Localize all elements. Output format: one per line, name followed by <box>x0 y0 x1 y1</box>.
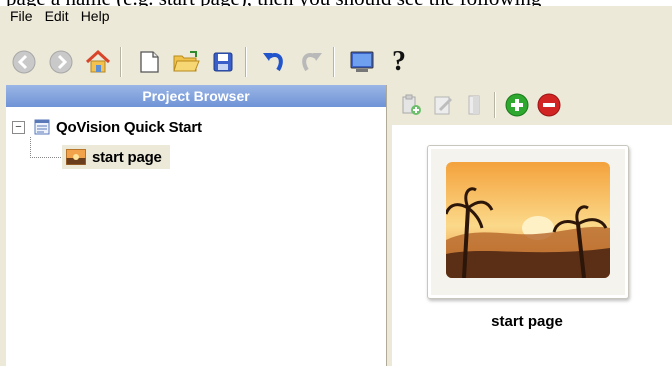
tree-connector-line <box>30 137 61 158</box>
project-browser-panel: Project Browser − QoVision Quick Start s… <box>6 85 387 366</box>
sunset-landscape-image <box>446 162 610 278</box>
remove-page-icon <box>537 93 561 117</box>
menu-file[interactable]: File <box>0 6 39 26</box>
page-toolbar <box>392 85 672 125</box>
copy-page-button[interactable] <box>462 92 488 118</box>
open-button[interactable] <box>170 46 202 78</box>
forward-button[interactable] <box>45 46 77 78</box>
project-icon <box>34 119 50 135</box>
redo-button[interactable] <box>295 46 327 78</box>
menu-bar: File Edit Help <box>0 6 672 26</box>
toolbar-separator <box>245 47 247 77</box>
paste-page-icon <box>402 94 421 115</box>
home-button[interactable] <box>82 46 114 78</box>
new-page-button[interactable] <box>133 46 165 78</box>
paste-page-button[interactable] <box>398 92 424 118</box>
preview-monitor-icon <box>350 51 374 72</box>
home-icon <box>85 49 111 73</box>
project-browser-title: Project Browser <box>6 85 386 107</box>
copy-page-icon <box>468 95 480 115</box>
tree-root-item[interactable]: − QoVision Quick Start <box>12 116 202 138</box>
back-icon <box>12 50 36 74</box>
menu-edit[interactable]: Edit <box>39 6 75 26</box>
menu-help[interactable]: Help <box>75 6 116 26</box>
preview-button[interactable] <box>346 46 378 78</box>
save-icon <box>213 52 233 72</box>
collapse-icon[interactable]: − <box>12 120 25 134</box>
new-page-icon <box>140 51 159 73</box>
edit-page-button[interactable] <box>430 92 456 118</box>
save-button[interactable] <box>207 46 239 78</box>
add-page-icon <box>505 93 529 117</box>
help-button[interactable]: ? <box>383 46 415 78</box>
page-thumbnail-card[interactable] <box>427 145 629 299</box>
tree-item-label: start page <box>92 148 162 166</box>
forward-icon <box>49 50 73 74</box>
main-toolbar: ? <box>0 36 672 88</box>
undo-button[interactable] <box>258 46 290 78</box>
add-page-button[interactable] <box>504 92 530 118</box>
help-question-icon: ? <box>392 46 406 77</box>
page-image-icon <box>66 149 86 165</box>
page-thumbnail-label: start page <box>491 313 563 330</box>
tree-root-label: QoVision Quick Start <box>56 118 202 136</box>
toolbar-separator <box>333 47 335 77</box>
tree-item-start-page[interactable]: start page <box>62 145 170 169</box>
redo-icon <box>302 52 322 72</box>
toolbar-separator <box>494 92 496 118</box>
back-button[interactable] <box>8 46 40 78</box>
undo-icon <box>263 52 283 72</box>
toolbar-separator <box>120 47 122 77</box>
page-panel: start page <box>392 85 672 366</box>
remove-page-button[interactable] <box>536 92 562 118</box>
open-folder-icon <box>173 51 200 72</box>
edit-page-icon <box>434 96 453 115</box>
